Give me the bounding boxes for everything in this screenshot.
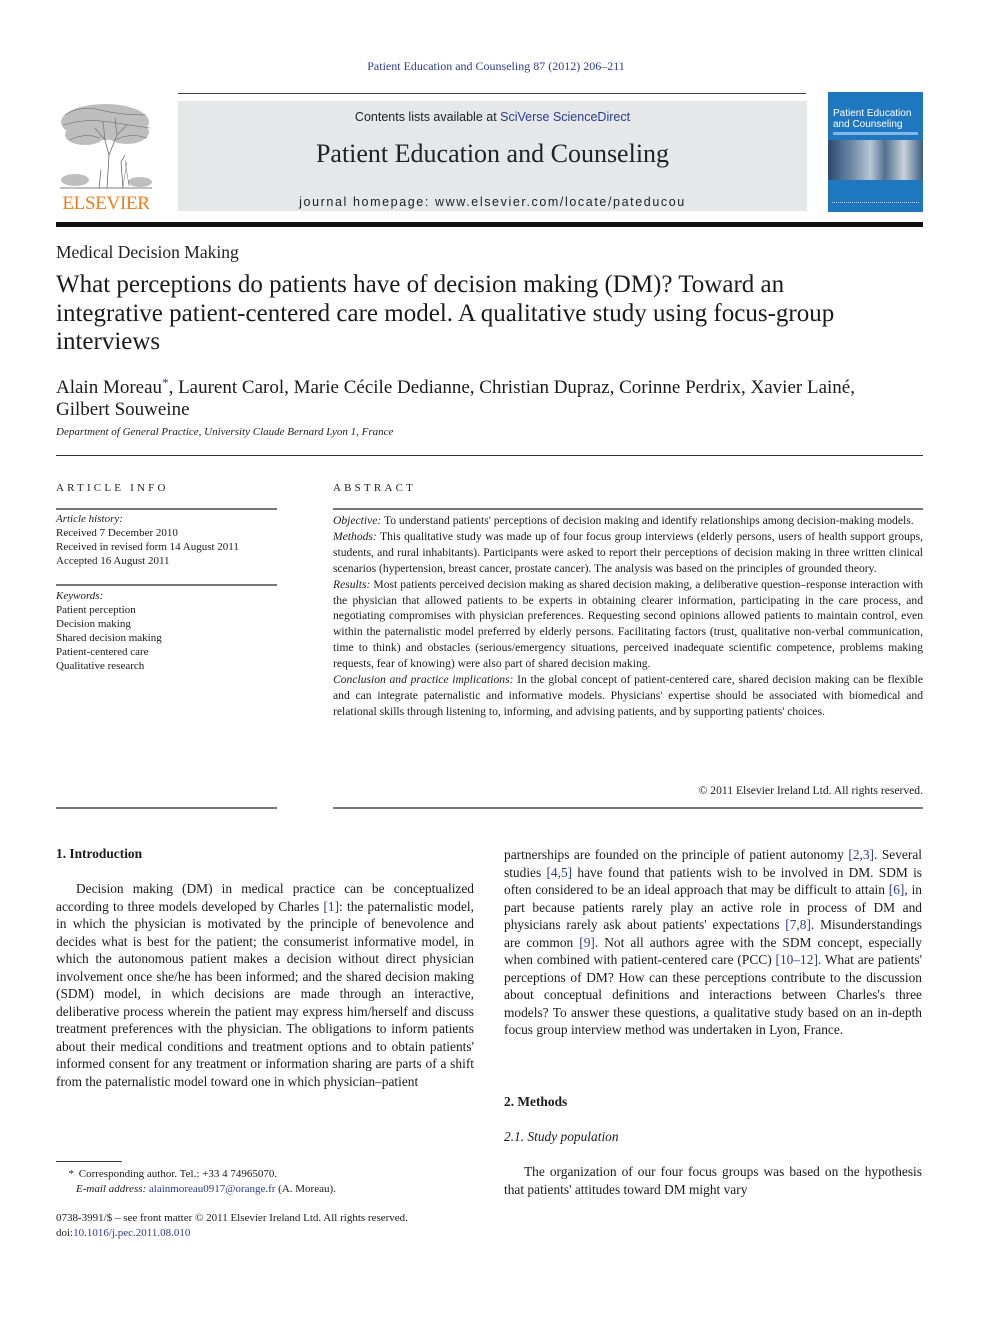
keywords-rule <box>56 584 277 586</box>
front-matter: 0738-3991/$ – see front matter © 2011 El… <box>56 1211 476 1241</box>
citation-link[interactable]: [4,5] <box>546 865 572 880</box>
abstract-text: Most patients perceived decision making … <box>333 577 923 671</box>
doi-prefix: doi: <box>56 1227 74 1239</box>
author-affiliation: Department of General Practice, Universi… <box>56 426 394 438</box>
intro-paragraph-continued: partnerships are founded on the principl… <box>504 846 922 1039</box>
sciencedirect-link[interactable]: SciVerse ScienceDirect <box>500 110 630 124</box>
keyword-item: Patient perception <box>56 604 136 616</box>
first-author: Alain Moreau <box>56 377 163 398</box>
cover-title-line1: Patient Education <box>833 108 912 119</box>
abstract-bottom-rule <box>333 807 923 809</box>
body-text: : the paternalistic model, in which the … <box>56 898 474 1089</box>
cover-title: Patient Education and Counseling <box>833 108 911 130</box>
abstract-rule <box>333 508 923 510</box>
keyword-item: Qualitative research <box>56 660 145 672</box>
methods-paragraph: The organization of our four focus group… <box>504 1164 922 1197</box>
abstract-body: Objective: To understand patients' perce… <box>333 513 923 720</box>
journal-name: Patient Education and Counseling <box>315 139 670 168</box>
abstract-label: Conclusion and practice implications: <box>333 673 514 687</box>
homepage-prefix: journal homepage: <box>299 195 435 209</box>
history-item: Received 7 December 2010 <box>56 527 178 539</box>
article-title: What perceptions do patients have of dec… <box>56 271 835 355</box>
body-column-left: Decision making (DM) in medical practice… <box>56 880 474 1090</box>
introduction-heading: 1. Introduction <box>56 846 143 861</box>
history-item: Accepted 16 August 2011 <box>56 555 170 567</box>
abstract-conclusion: Conclusion and practice implications: In… <box>333 672 923 720</box>
keyword-item: Shared decision making <box>56 632 162 644</box>
doi-link[interactable]: 10.1016/j.pec.2011.08.010 <box>73 1227 190 1239</box>
citation-link[interactable]: [9] <box>579 935 595 950</box>
keyword-item: Decision making <box>56 618 131 630</box>
citation-link[interactable]: [1] <box>323 899 339 914</box>
contents-prefix: Contents lists available at <box>354 110 501 124</box>
elsevier-wordmark: ELSEVIER <box>62 193 150 214</box>
abstract-text: This qualitative study was made up of fo… <box>333 529 923 575</box>
intro-paragraph: Decision making (DM) in medical practice… <box>56 880 474 1090</box>
article-history: Article history: Received 7 December 201… <box>56 512 281 568</box>
other-authors: , Laurent Carol, Marie Cécile Dedianne, … <box>56 377 855 420</box>
body-text: partnerships are founded on the principl… <box>504 847 849 862</box>
footnote-marker: * <box>68 1168 75 1180</box>
abstract-objective: Objective: To understand patients' perce… <box>333 513 923 529</box>
methods-heading: 2. Methods <box>504 1094 568 1109</box>
history-item: Received in revised form 14 August 2011 <box>56 541 239 553</box>
contents-availability: Contents lists available at SciVerse Sci… <box>178 110 807 124</box>
header-top-rule <box>178 93 806 94</box>
journal-cover-thumbnail[interactable]: Patient Education and Counseling <box>828 92 923 212</box>
abstract-copyright: © 2011 Elsevier Ireland Ltd. All rights … <box>698 784 923 797</box>
cover-band <box>833 132 918 135</box>
cover-title-line2: and Counseling <box>833 119 903 130</box>
journal-citation-link[interactable]: Patient Education and Counseling 87 (201… <box>0 59 992 74</box>
cover-photo-strip <box>828 140 923 180</box>
study-population-heading: 2.1. Study population <box>504 1129 619 1144</box>
abstract-label: Methods: <box>333 529 377 543</box>
keywords: Keywords: Patient perception Decision ma… <box>56 589 281 673</box>
corresponding-author-footnote: * Corresponding author. Tel.: +33 4 7496… <box>56 1167 476 1197</box>
abstract-label: Results: <box>333 577 371 591</box>
footnote-rule <box>56 1161 122 1162</box>
footnote-line: * Corresponding author. Tel.: +33 4 7496… <box>56 1167 476 1182</box>
title-divider <box>56 455 923 456</box>
header-thick-rule <box>56 222 923 227</box>
history-label: Article history: <box>56 513 123 525</box>
cover-footer <box>832 202 919 207</box>
homepage-url-link[interactable]: www.elsevier.com/locate/pateducou <box>435 195 686 209</box>
article-info-heading: ARTICLE INFO <box>56 482 169 494</box>
abstract-heading: ABSTRACT <box>333 482 417 494</box>
email-link[interactable]: alainmoreau0917@orange.fr <box>149 1183 276 1195</box>
journal-homepage: journal homepage: www.elsevier.com/locat… <box>178 195 807 209</box>
citation-link[interactable]: [7,8] <box>785 917 811 932</box>
abstract-text: To understand patients' perceptions of d… <box>381 514 914 527</box>
email-label: E-mail address: <box>76 1183 147 1195</box>
author-list: Alain Moreau*, Laurent Carol, Marie Céci… <box>56 372 856 421</box>
article-info-rule <box>56 508 277 510</box>
doi-line: doi:10.1016/j.pec.2011.08.010 <box>56 1226 476 1241</box>
corresponding-text: Corresponding author. Tel.: +33 4 749650… <box>78 1168 278 1180</box>
article-section-label: Medical Decision Making <box>56 242 239 262</box>
citation-link[interactable]: [2,3] <box>848 847 874 862</box>
body-column-right: partnerships are founded on the principl… <box>504 846 922 1039</box>
keywords-label: Keywords: <box>56 590 104 602</box>
abstract-results: Results: Most patients perceived decisio… <box>333 577 923 672</box>
journal-masthead: Contents lists available at SciVerse Sci… <box>178 101 807 211</box>
issn-line: 0738-3991/$ – see front matter © 2011 El… <box>56 1212 408 1224</box>
abstract-label: Objective: <box>333 514 382 527</box>
citation-link[interactable]: [6] <box>889 882 905 897</box>
article-info-bottom-rule <box>56 807 277 809</box>
email-suffix: (A. Moreau). <box>275 1183 336 1195</box>
tree-icon <box>60 104 152 189</box>
methods-text: The organization of our four focus group… <box>504 1163 922 1198</box>
keyword-item: Patient-centered care <box>56 646 149 658</box>
citation-link[interactable]: [10–12] <box>776 952 818 967</box>
abstract-methods: Methods: This qualitative study was made… <box>333 529 923 577</box>
email-line: E-mail address: alainmoreau0917@orange.f… <box>56 1182 476 1197</box>
